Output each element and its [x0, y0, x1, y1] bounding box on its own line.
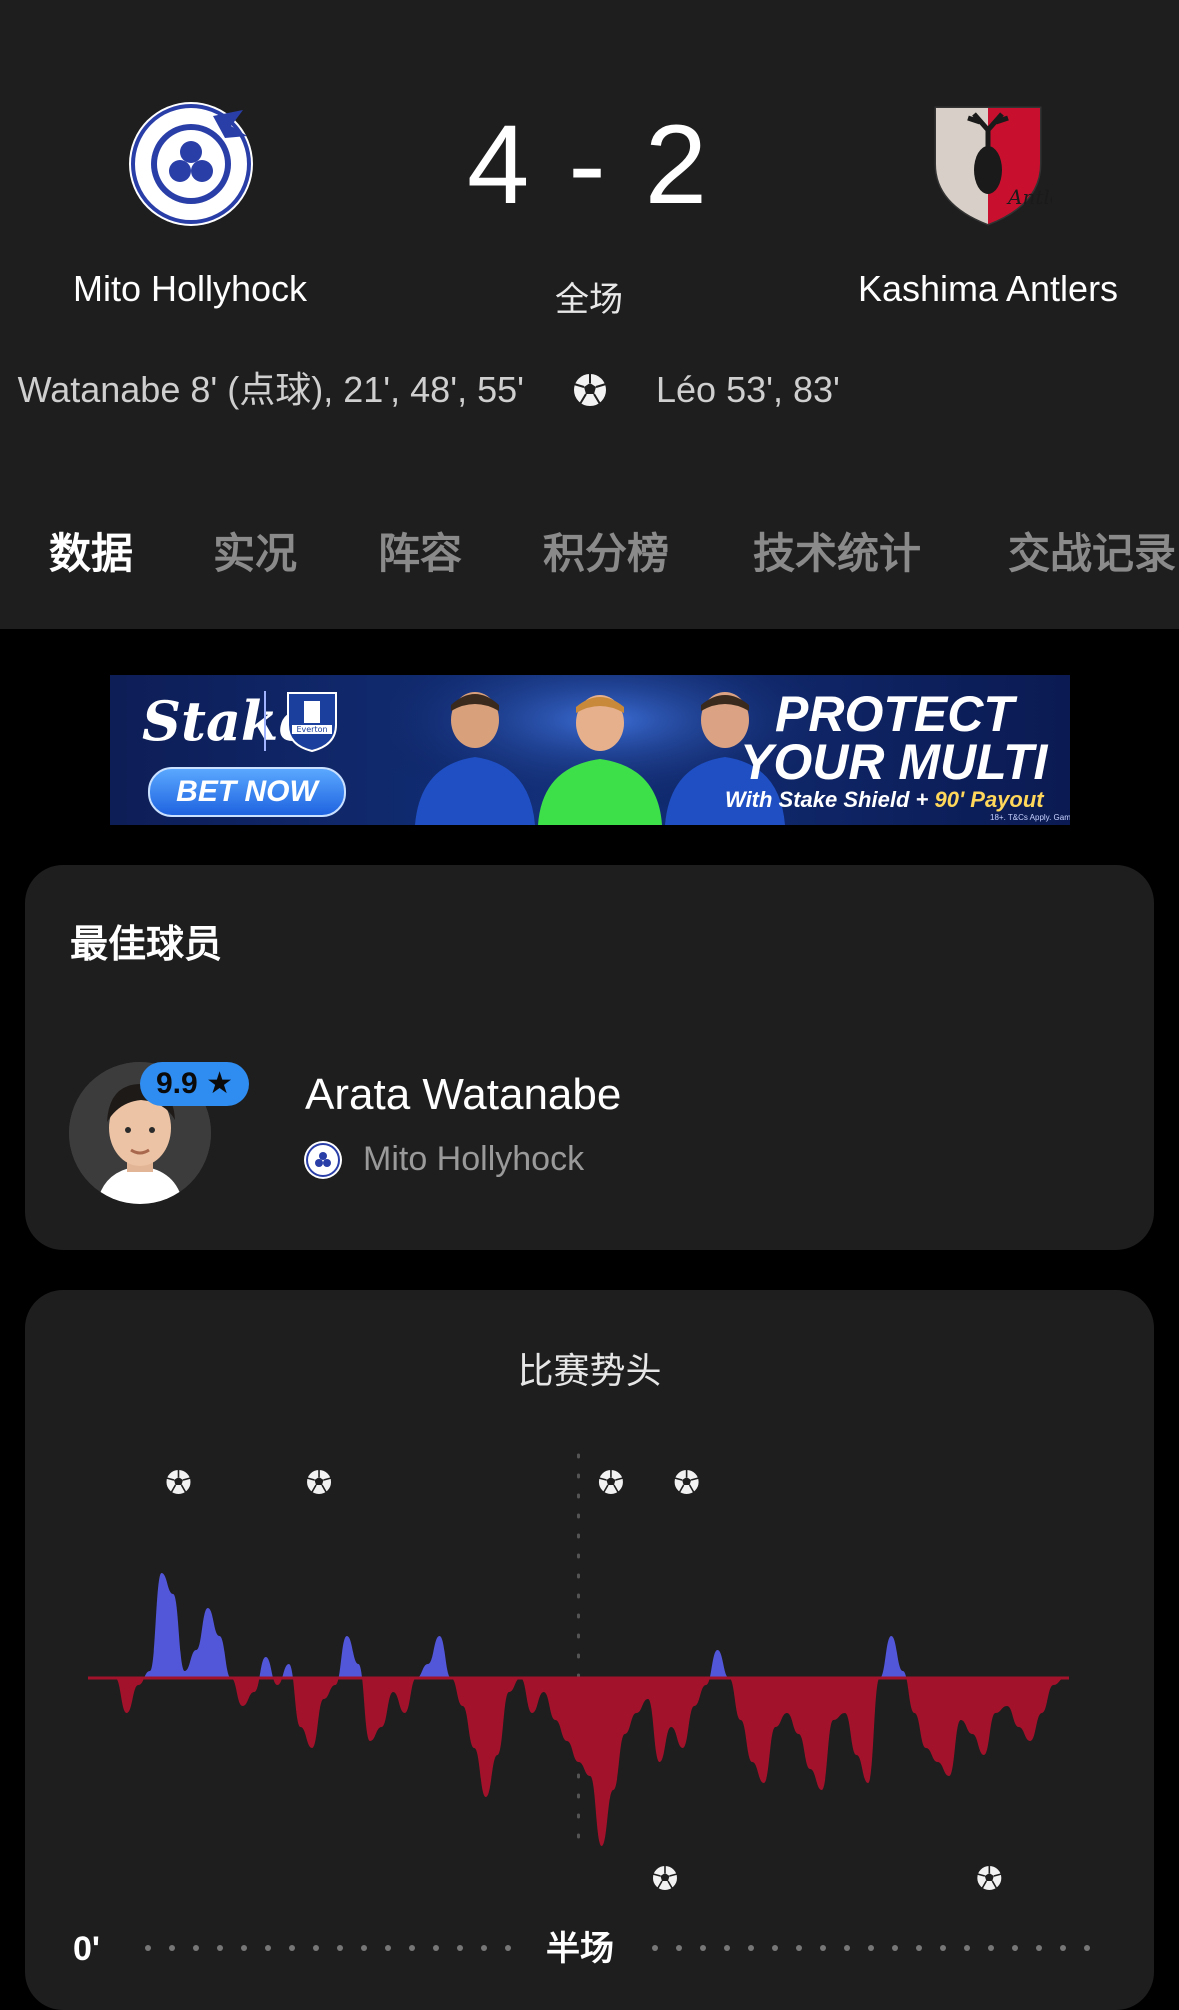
axis-dot — [1084, 1945, 1090, 1951]
axis-dot — [505, 1945, 511, 1951]
home-team-name[interactable]: Mito Hollyhock — [73, 268, 307, 310]
home-goal-soccer-ball-icon — [164, 1468, 193, 1496]
axis-dot — [892, 1945, 898, 1951]
axis-dot — [652, 1945, 658, 1951]
player-team[interactable]: Mito Hollyhock — [363, 1140, 584, 1179]
axis-dot — [313, 1945, 319, 1951]
axis-dot — [940, 1945, 946, 1951]
ad-subline-2: 90' Payout — [934, 787, 1044, 812]
axis-dot — [193, 1945, 199, 1951]
axis-dot — [988, 1945, 994, 1951]
axis-dot — [964, 1945, 970, 1951]
ad-headline-2: YOUR MULTI — [740, 734, 1048, 790]
axis-dot — [457, 1945, 463, 1951]
axis-dot — [433, 1945, 439, 1951]
axis-dot — [772, 1945, 778, 1951]
away-team-name[interactable]: Kashima Antlers — [858, 268, 1118, 310]
axis-dot — [409, 1945, 415, 1951]
mito-hollyhock-logo-small — [304, 1141, 342, 1179]
ad-fine-print: 18+. T&Cs Apply. Gamble Responsibly. — [990, 813, 1070, 822]
away-goal-soccer-ball-icon — [975, 1864, 1004, 1892]
tab-bar: 数据 实况 阵容 积分榜 技术统计 交战记录 — [0, 520, 1179, 590]
momentum-chart: 0' 半场 — [73, 1453, 1090, 1968]
tab-lineups[interactable]: 阵容 — [378, 520, 462, 581]
best-player-title: 最佳球员 — [70, 924, 223, 966]
tab-head-to-head[interactable]: 交战记录 — [1008, 520, 1176, 581]
axis-dot — [796, 1945, 802, 1951]
ad-subline: With Stake Shield + 90' Payout — [725, 787, 1044, 813]
away-scorers: Léo 53', 83' — [656, 369, 840, 410]
kashima-antlers-logo[interactable]: Antlers — [924, 100, 1052, 228]
player-rating: 9.9 — [156, 1067, 198, 1100]
axis-dot — [1012, 1945, 1018, 1951]
axis-dot — [289, 1945, 295, 1951]
tab-stats[interactable]: 技术统计 — [753, 520, 921, 581]
momentum-start-label: 0' — [73, 1930, 100, 1968]
axis-dot — [217, 1945, 223, 1951]
ad-subline-1: With Stake Shield + — [725, 787, 935, 812]
axis-dot — [265, 1945, 271, 1951]
axis-dot — [724, 1945, 730, 1951]
axis-dot — [145, 1945, 151, 1951]
everton-crest-icon: Everton — [287, 692, 337, 753]
home-goal-soccer-ball-icon — [596, 1468, 625, 1496]
axis-dot — [169, 1945, 175, 1951]
momentum-card: 比赛势头 0' 半场 — [25, 1290, 1154, 2010]
away-goal-soccer-ball-icon — [650, 1864, 679, 1892]
axis-dot — [916, 1945, 922, 1951]
ad-bet-now-button[interactable]: BET NOW — [148, 767, 346, 817]
axis-dot — [868, 1945, 874, 1951]
soccer-ball-icon — [572, 372, 608, 408]
svg-text:Antlers: Antlers — [1006, 185, 1052, 209]
axis-dot — [385, 1945, 391, 1951]
axis-dot — [481, 1945, 487, 1951]
score: 4 - 2 — [466, 102, 712, 227]
axis-dot — [748, 1945, 754, 1951]
axis-dot — [337, 1945, 343, 1951]
ad-banner[interactable]: Stake Everton BET NOW PROTECT YOUR MULTI… — [110, 675, 1070, 825]
axis-dot — [676, 1945, 682, 1951]
momentum-half-label: 半场 — [546, 1930, 614, 1968]
axis-dot — [700, 1945, 706, 1951]
axis-dot — [844, 1945, 850, 1951]
home-goal-soccer-ball-icon — [672, 1468, 701, 1496]
home-scorers: Watanabe 8' (点球), 21', 48', 55' — [17, 369, 524, 410]
player-rating-badge: 9.9 ★ — [140, 1062, 249, 1106]
axis-dot — [1036, 1945, 1042, 1951]
axis-dot — [1060, 1945, 1066, 1951]
axis-dot — [361, 1945, 367, 1951]
star-icon: ★ — [206, 1067, 233, 1100]
tab-data[interactable]: 数据 — [49, 520, 133, 581]
tab-live[interactable]: 实况 — [213, 520, 297, 581]
match-header: Mito Hollyhock 4 - 2 全场 Antlers Kashima … — [0, 0, 1179, 629]
home-goal-soccer-ball-icon — [305, 1468, 334, 1496]
player-name[interactable]: Arata Watanabe — [305, 1070, 621, 1120]
mito-hollyhock-logo[interactable] — [127, 100, 255, 228]
axis-dot — [820, 1945, 826, 1951]
ad-partner: Everton — [296, 725, 327, 734]
axis-dot — [241, 1945, 247, 1951]
ad-divider — [264, 691, 266, 751]
match-period: 全场 — [555, 281, 623, 319]
best-player-card[interactable]: 最佳球员 9.9 ★ Arata Watanabe Mito Hollyhock — [25, 865, 1154, 1250]
tab-standings[interactable]: 积分榜 — [543, 520, 669, 581]
